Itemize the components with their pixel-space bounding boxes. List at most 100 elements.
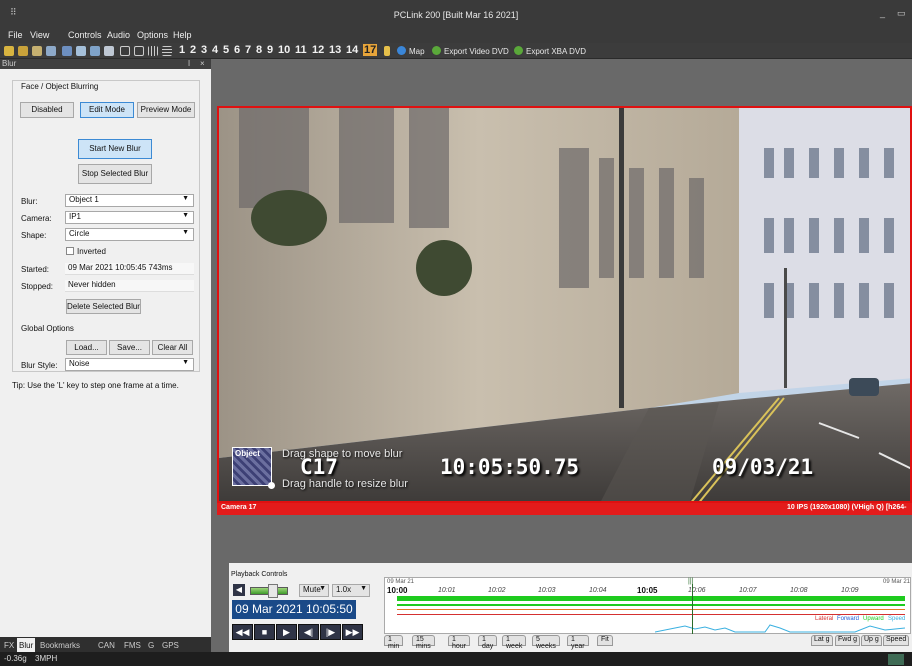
- tab-up-g[interactable]: Up g: [861, 635, 882, 646]
- tab-speed[interactable]: Speed: [883, 635, 910, 646]
- rewind-button[interactable]: ◀◀: [232, 624, 253, 640]
- blur-select[interactable]: Object 1 ▼: [65, 194, 194, 207]
- tab-fx[interactable]: FX: [4, 641, 14, 650]
- minimize-button[interactable]: _: [880, 8, 885, 18]
- edit-mode-button[interactable]: Edit Mode: [80, 102, 134, 118]
- save-icon[interactable]: [32, 46, 42, 56]
- camera-12-button[interactable]: 12: [312, 44, 324, 56]
- export-video-dvd-button[interactable]: Export Video DVD: [432, 46, 509, 56]
- tab-can[interactable]: CAN: [98, 641, 115, 650]
- menu-file[interactable]: File: [8, 30, 23, 40]
- delete-selected-blur-button[interactable]: Delete Selected Blur: [66, 299, 141, 314]
- step-forward-button[interactable]: |▶: [320, 624, 341, 640]
- settings-icon[interactable]: [90, 46, 100, 56]
- tab-fwd-g[interactable]: Fwd g: [835, 635, 861, 646]
- mute-dropdown[interactable]: Mute ▼: [299, 584, 329, 597]
- map-button[interactable]: Map: [397, 46, 425, 56]
- export-icon[interactable]: [46, 46, 56, 56]
- export-xba-dvd-button[interactable]: Export XBA DVD: [514, 46, 586, 56]
- camera-13-button[interactable]: 13: [329, 44, 341, 56]
- tab-blur[interactable]: Blur: [17, 638, 36, 652]
- save-button[interactable]: Save...: [109, 340, 150, 355]
- open-file-icon[interactable]: [18, 46, 28, 56]
- blur-style-select[interactable]: Noise ▼: [65, 358, 194, 371]
- play-button[interactable]: ▶: [276, 624, 297, 640]
- tab-lat-g[interactable]: Lat g: [811, 635, 833, 646]
- tab-1-week[interactable]: 1 week: [502, 635, 527, 650]
- map-label: Map: [409, 47, 425, 56]
- load-button[interactable]: Load...: [66, 340, 107, 355]
- tab-15-mins[interactable]: 15 mins: [412, 635, 435, 650]
- fast-forward-button[interactable]: ▶▶: [342, 624, 363, 640]
- camera-9-button[interactable]: 9: [267, 44, 273, 56]
- menu-help[interactable]: Help: [173, 30, 192, 40]
- open-folder-icon[interactable]: [4, 46, 14, 56]
- camera-6-button[interactable]: 6: [234, 44, 240, 56]
- dvd-icon: [514, 46, 523, 55]
- camera-14-button[interactable]: 14: [346, 44, 358, 56]
- shape-select[interactable]: Circle ▼: [65, 228, 194, 241]
- drag-resize-hint: Drag handle to resize blur: [282, 478, 408, 490]
- camera-4-button[interactable]: 4: [212, 44, 218, 56]
- legend-forward: Forward: [837, 616, 860, 622]
- start-new-blur-button[interactable]: Start New Blur: [78, 139, 152, 159]
- legend-upward: Upward: [863, 616, 884, 622]
- snapshot-icon[interactable]: [76, 46, 86, 56]
- stop-selected-blur-button[interactable]: Stop Selected Blur: [78, 164, 152, 184]
- menu-view[interactable]: View: [30, 30, 49, 40]
- tab-bookmarks[interactable]: Bookmarks: [40, 641, 80, 650]
- grid-view-icon[interactable]: [148, 46, 158, 56]
- tab-gps[interactable]: GPS: [162, 641, 179, 650]
- copy-icon[interactable]: [62, 46, 72, 56]
- timeline[interactable]: 09 Mar 21 09 Mar 21 10:00 10:01 10:02 10…: [384, 577, 911, 634]
- camera-3-button[interactable]: 3: [201, 44, 207, 56]
- blur-resize-handle[interactable]: [268, 482, 275, 489]
- camera-17-button[interactable]: 17: [363, 44, 378, 56]
- tab-1-day[interactable]: 1 day: [478, 635, 498, 650]
- camera-5-button[interactable]: 5: [223, 44, 229, 56]
- camera-select[interactable]: IP1 ▼: [65, 211, 194, 224]
- blur-shape[interactable]: Object: [232, 447, 272, 486]
- close-icon[interactable]: ×: [200, 59, 205, 68]
- section-title: Face / Object Blurring: [21, 82, 99, 91]
- stop-button[interactable]: ■: [254, 624, 275, 640]
- speaker-icon[interactable]: ◀: [233, 584, 245, 596]
- inverted-checkbox[interactable]: [66, 247, 74, 255]
- pin-icon[interactable]: ǀ: [188, 59, 190, 68]
- camera-7-button[interactable]: 7: [245, 44, 251, 56]
- marker-icon[interactable]: [384, 46, 390, 56]
- tab-fms[interactable]: FMS: [124, 641, 141, 650]
- maximize-button[interactable]: ▭: [897, 8, 906, 19]
- disabled-mode-button[interactable]: Disabled: [20, 102, 74, 118]
- video-view[interactable]: Object: [217, 106, 912, 503]
- menu-audio[interactable]: Audio: [107, 30, 130, 40]
- tab-1-hour[interactable]: 1 hour: [448, 635, 471, 650]
- camera-2-button[interactable]: 2: [190, 44, 196, 56]
- menu-options[interactable]: Options: [137, 30, 168, 40]
- volume-slider-handle[interactable]: [268, 584, 278, 598]
- dual-view-icon[interactable]: [134, 46, 144, 56]
- tab-g[interactable]: G: [148, 641, 154, 650]
- timeline-tick: 10:03: [538, 587, 556, 594]
- preview-mode-button[interactable]: Preview Mode: [137, 102, 195, 118]
- speed-dropdown[interactable]: 1.0x ▼: [332, 584, 370, 597]
- menu-controls[interactable]: Controls: [68, 30, 102, 40]
- camera-label-footer: Camera 17: [221, 504, 257, 511]
- step-back-button[interactable]: ◀|: [298, 624, 319, 640]
- timeline-cursor[interactable]: [692, 584, 693, 634]
- multi-grid-icon[interactable]: [162, 46, 172, 56]
- timeline-tick: 10:04: [589, 587, 607, 594]
- tab-fit[interactable]: Fit: [597, 635, 613, 646]
- clear-all-button[interactable]: Clear All: [152, 340, 193, 355]
- camera-1-button[interactable]: 1: [179, 44, 185, 56]
- tab-5-weeks[interactable]: 5 weeks: [532, 635, 560, 650]
- camera-11-button[interactable]: 11: [295, 44, 307, 56]
- tab-1-min[interactable]: 1 min: [384, 635, 404, 650]
- playback-datetime: 09 Mar 2021 10:05:50: [232, 600, 356, 619]
- camera-10-button[interactable]: 10: [278, 44, 290, 56]
- print-icon[interactable]: [104, 46, 114, 56]
- single-view-icon[interactable]: [120, 46, 130, 56]
- tab-1-year[interactable]: 1 year: [567, 635, 589, 650]
- camera-8-button[interactable]: 8: [256, 44, 262, 56]
- title-bar: ⠿ PCLink 200 [Built Mar 16 2021] _ ▭: [0, 0, 912, 28]
